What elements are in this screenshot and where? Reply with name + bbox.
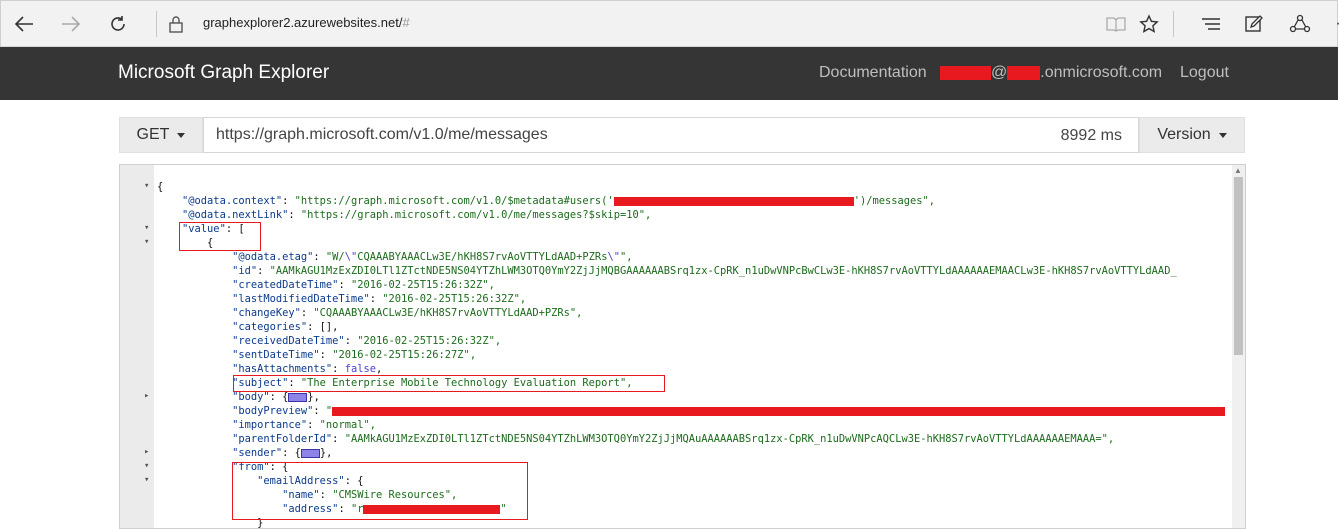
query-url-text: https://graph.microsoft.com/v1.0/me/mess… (216, 126, 548, 143)
app-title[interactable]: Microsoft Graph Explorer (118, 62, 329, 84)
code-line: "lastModifiedDateTime": "2016-02-25T15:2… (232, 293, 527, 305)
redacted-tenant (1007, 65, 1041, 80)
web-note-icon[interactable] (1239, 9, 1269, 39)
collapsed-placeholder[interactable] (288, 392, 308, 402)
chevron-down-icon (177, 132, 186, 138)
scrollbar-thumb[interactable] (1234, 177, 1243, 355)
annotation-box-from (232, 462, 528, 520)
more-icon[interactable]: · (1323, 9, 1340, 39)
documentation-link[interactable]: Documentation (819, 64, 927, 82)
refresh-icon[interactable] (103, 9, 133, 39)
address-bar[interactable]: graphexplorer2.azurewebsites.net/# (203, 15, 410, 30)
response-time: 8992 ms (1060, 127, 1122, 144)
user-at: @ (991, 64, 1008, 81)
fold-closed-icon[interactable]: ▸ (144, 391, 149, 401)
collapsed-placeholder[interactable] (300, 448, 320, 458)
fold-open-icon[interactable]: ▾ (144, 181, 149, 191)
code-line: "categories": [], (232, 321, 339, 333)
code-line: "parentFolderId": "AAMkAGU1MzExZDI0LTl1Z… (232, 433, 1115, 445)
app-header: Microsoft Graph Explorer Documentation @… (0, 47, 1338, 100)
code-line: "@odata.nextLink": "https://graph.micros… (182, 209, 652, 221)
code-line: "changeKey": "CQAAABYAAACLw3E/hKH8S7rvAo… (232, 307, 583, 319)
reading-view-icon[interactable] (1101, 9, 1131, 39)
chevron-down-icon (1218, 132, 1227, 138)
version-label: Version (1157, 126, 1211, 143)
fold-open-icon[interactable]: ▾ (144, 223, 149, 233)
code-line: "sentDateTime": "2016-02-25T15:26:27Z", (232, 349, 477, 361)
code-line: "createdDateTime": "2016-02-25T15:26:32Z… (232, 279, 495, 291)
toolbar-divider (1173, 11, 1174, 37)
code-line: "sender": {}, (232, 447, 333, 459)
scroll-up-icon[interactable]: ▲ (1234, 166, 1242, 175)
code-line: "@odata.etag": "W/\"CQAAABYAAACLw3E/hKH8… (232, 251, 633, 263)
hub-icon[interactable] (1196, 9, 1226, 39)
code-line: "receivedDateTime": "2016-02-25T15:26:32… (232, 335, 502, 347)
code-line: "bodyPreview": " (157, 404, 1226, 418)
logout-link[interactable]: Logout (1180, 64, 1229, 82)
redacted-value (332, 406, 1226, 416)
toolbar-divider (156, 11, 157, 37)
vertical-scrollbar[interactable]: ▲ (1232, 165, 1245, 528)
back-icon[interactable] (9, 9, 39, 39)
fold-open-icon[interactable]: ▾ (144, 237, 149, 247)
method-label: GET (136, 126, 170, 143)
share-icon[interactable] (1285, 9, 1315, 39)
user-domain: .onmicrosoft.com (1040, 64, 1163, 81)
json-response-editor[interactable]: ▾ ▾ ▾ ▸ ▸ ▾ ▾ { "@odata.context": "https… (119, 164, 1246, 529)
code-line: "body": {}, (232, 391, 320, 403)
fold-closed-icon[interactable]: ▸ (144, 447, 149, 457)
code-line: { (157, 181, 164, 193)
browser-toolbar: graphexplorer2.azurewebsites.net/# · (0, 0, 1340, 47)
editor-gutter (120, 165, 154, 528)
url-hash: # (402, 15, 410, 30)
url-host: graphexplorer2.azurewebsites.net/ (203, 15, 403, 30)
version-dropdown[interactable]: Version (1139, 117, 1245, 153)
redacted-value (613, 196, 854, 206)
code-line: "importance": "normal", (232, 419, 376, 431)
forward-icon[interactable] (56, 9, 86, 39)
fold-open-icon[interactable]: ▾ (144, 461, 149, 471)
redacted-username (940, 65, 991, 80)
code-line: "id": "AAMkAGU1MzExZDI0LTl1ZTctNDE5NS04Y… (232, 265, 1177, 277)
fold-open-icon[interactable]: ▾ (144, 475, 149, 485)
http-method-dropdown[interactable]: GET (119, 117, 203, 153)
user-account[interactable]: @ .onmicrosoft.com (940, 64, 1162, 82)
query-url-input[interactable]: https://graph.microsoft.com/v1.0/me/mess… (203, 117, 1139, 153)
code-line: "hasAttachments": false, (232, 363, 383, 375)
code-line: "@odata.context": "https://graph.microso… (182, 195, 936, 207)
annotation-box-value (179, 222, 261, 251)
annotation-box-subject (233, 375, 665, 392)
favorite-star-icon[interactable] (1134, 9, 1164, 39)
lock-icon[interactable] (161, 9, 191, 39)
